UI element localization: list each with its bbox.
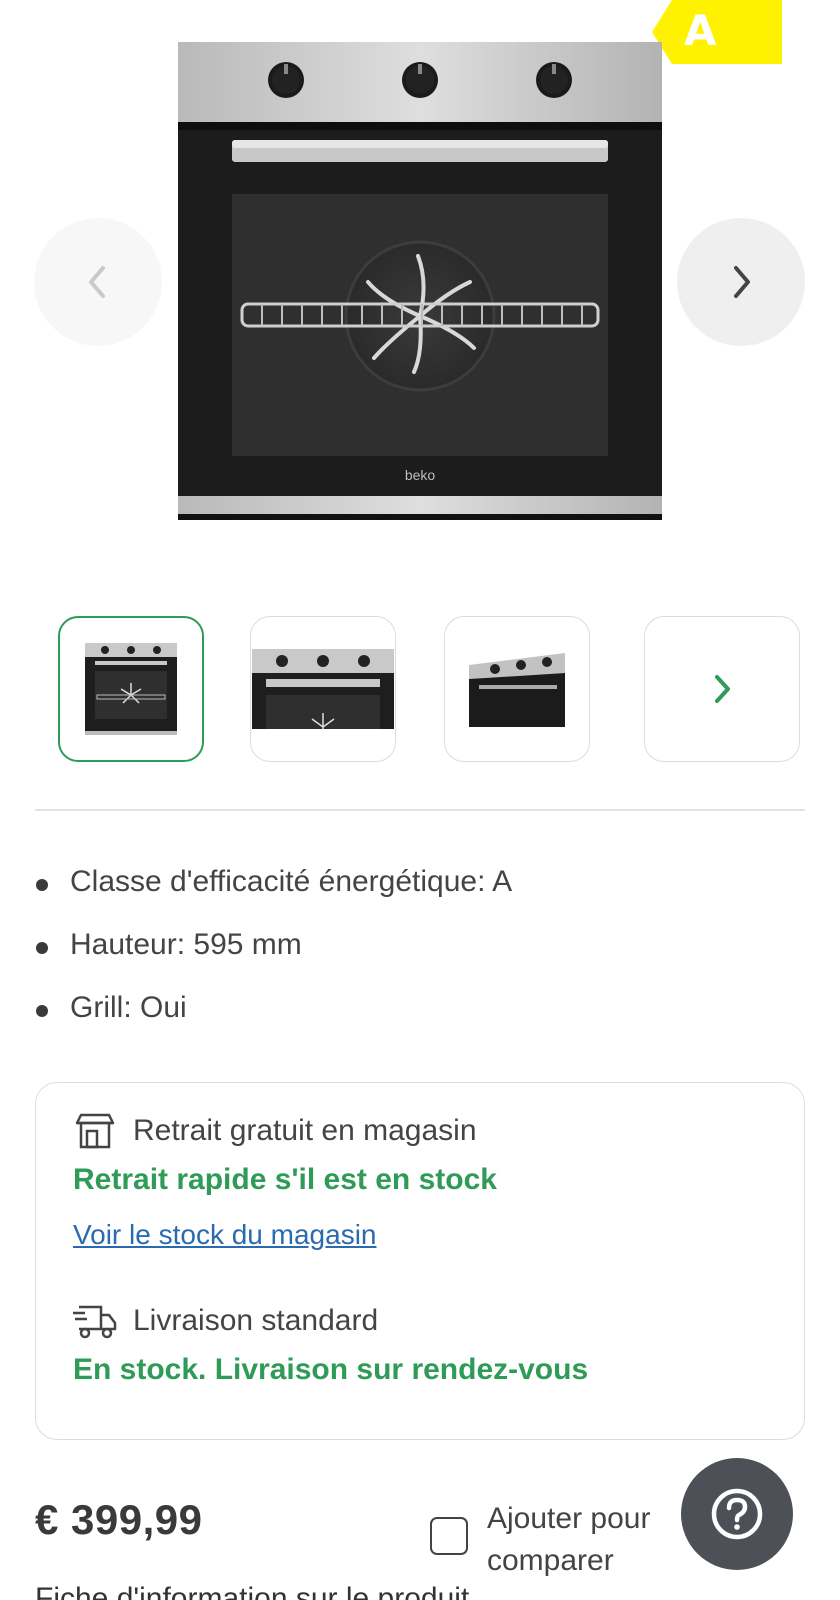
thumbnail-3[interactable] bbox=[444, 616, 590, 762]
thumbnail-image bbox=[252, 649, 394, 729]
thumbnail-2[interactable] bbox=[250, 616, 396, 762]
spec-label: Classe d'efficacité énergétique: A bbox=[70, 865, 513, 898]
help-button[interactable] bbox=[681, 1458, 793, 1570]
store-icon bbox=[73, 1111, 117, 1151]
section-divider bbox=[35, 809, 805, 811]
product-image-carousel: A beko bbox=[0, 0, 840, 560]
product-main-image: beko bbox=[178, 42, 662, 520]
thumbnail-strip bbox=[0, 616, 840, 762]
energy-label-badge[interactable] bbox=[652, 0, 782, 64]
thumbnails-next-button[interactable] bbox=[644, 616, 800, 762]
shipping-title: Livraison standard bbox=[133, 1304, 379, 1337]
spec-height: Hauteur: 595 mm bbox=[35, 925, 805, 988]
chevron-left-icon bbox=[89, 266, 105, 298]
pickup-status: Retrait rapide s'il est en stock bbox=[73, 1163, 497, 1196]
bullet bbox=[36, 1005, 48, 1017]
view-store-stock-link[interactable]: Voir le stock du magasin bbox=[73, 1219, 377, 1251]
spec-label: Hauteur: 595 mm bbox=[70, 928, 302, 961]
help-question-icon bbox=[711, 1488, 763, 1540]
carousel-prev-button[interactable] bbox=[34, 218, 162, 346]
product-info-sheet-link[interactable]: Fiche d'information sur le produit bbox=[35, 1582, 469, 1600]
energy-class-letter: A bbox=[684, 6, 717, 55]
shipping-status: En stock. Livraison sur rendez-vous bbox=[73, 1353, 589, 1386]
spec-grill: Grill: Oui bbox=[35, 988, 805, 1051]
compare-checkbox[interactable] bbox=[430, 1517, 468, 1555]
svg-text:beko: beko bbox=[405, 467, 436, 483]
carousel-next-button[interactable] bbox=[677, 218, 805, 346]
bullet bbox=[36, 879, 48, 891]
spec-energy-class: Classe d'efficacité énergétique: A bbox=[35, 862, 805, 925]
thumbnail-image bbox=[469, 653, 565, 727]
thumbnail-1[interactable] bbox=[58, 616, 204, 762]
compare-label[interactable]: Ajouter pour comparer bbox=[487, 1498, 677, 1582]
spec-label: Grill: Oui bbox=[70, 991, 187, 1024]
chevron-right-icon bbox=[715, 675, 730, 703]
bullet bbox=[36, 942, 48, 954]
shipping-row: Livraison standard bbox=[73, 1301, 378, 1341]
pickup-row: Retrait gratuit en magasin bbox=[73, 1111, 477, 1151]
thumbnail-image bbox=[85, 643, 177, 735]
delivery-options-card: Retrait gratuit en magasin Retrait rapid… bbox=[35, 1082, 805, 1440]
key-specs-list: Classe d'efficacité énergétique: A Haute… bbox=[35, 862, 805, 1051]
product-price: € 399,99 bbox=[35, 1496, 203, 1543]
chevron-right-icon bbox=[734, 266, 750, 298]
delivery-truck-icon bbox=[73, 1301, 117, 1341]
pickup-title: Retrait gratuit en magasin bbox=[133, 1114, 477, 1147]
